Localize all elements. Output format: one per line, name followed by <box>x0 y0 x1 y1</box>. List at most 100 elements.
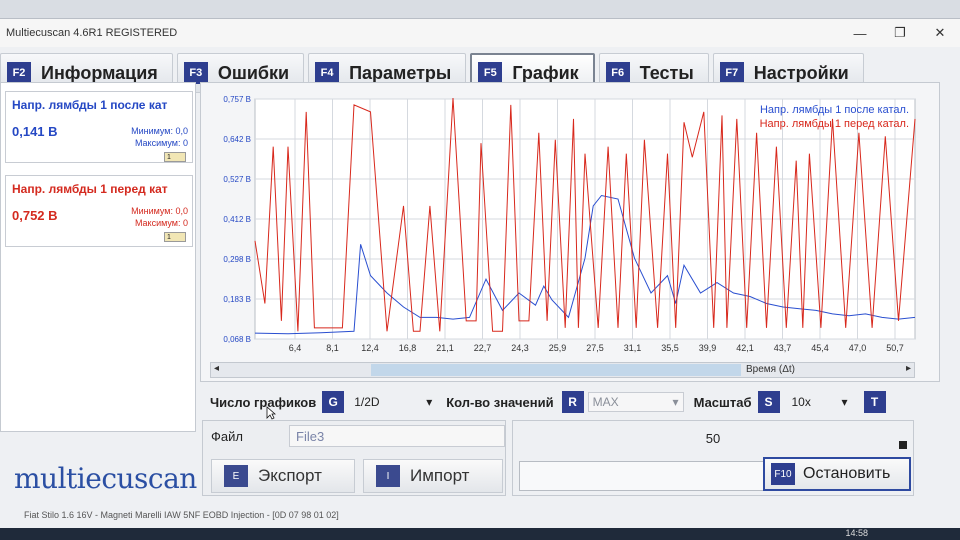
sensor-name: Напр. лямбды 1 перед кат <box>12 182 168 196</box>
fkey-badge: F7 <box>719 62 744 84</box>
record-indicator-icon <box>899 441 907 449</box>
y-tick-label: 0,527 В <box>223 175 251 184</box>
tab-label: Тесты <box>639 62 694 83</box>
values-count-value: MAX <box>592 395 619 409</box>
tab-label: График <box>512 62 579 83</box>
stop-key-icon: F10 <box>771 463 795 485</box>
lambda-chart: 0,757 В 0,642 В 0,527 В 0,412 В 0,298 В 0,183… <box>223 95 916 353</box>
values-count-select[interactable]: MAX ▾ <box>587 392 684 412</box>
sensor-list: Напр. лямбды 1 после кат 0,141 В Минимум… <box>0 82 196 432</box>
graphs-count-select[interactable]: 1/2D ▾ <box>350 392 436 412</box>
sensor-card-before-cat[interactable]: Напр. лямбды 1 перед кат 0,752 В Минимум… <box>5 175 193 247</box>
x-tick-label: 22,7 <box>474 343 492 353</box>
sensor-max: Максимум: 0 <box>134 218 188 228</box>
sensor-value: 0,752 В <box>12 208 58 223</box>
os-taskbar: 14:58 <box>0 528 960 540</box>
minimize-icon[interactable]: — <box>840 26 880 41</box>
file-panel: Файл File3 E Экспорт I Импорт <box>202 420 506 496</box>
export-icon: E <box>224 465 248 487</box>
y-tick-label: 0,068 В <box>223 335 251 344</box>
fkey-badge: F4 <box>315 62 340 84</box>
x-tick-label: 42,1 <box>736 343 754 353</box>
import-icon: I <box>376 465 400 487</box>
x-tick-label: 6,4 <box>289 343 302 353</box>
graph-controls: Число графиков G 1/2D ▾ Кол-во значений … <box>210 390 930 414</box>
y-tick-label: 0,298 В <box>223 255 251 264</box>
x-tick-label: 12,4 <box>361 343 379 353</box>
sensor-scale-box[interactable]: 1 <box>164 152 186 162</box>
tab-label: Параметры <box>349 62 452 83</box>
file-name-input[interactable]: File3 <box>289 425 505 447</box>
sensor-min: Минимум: 0,0 <box>131 126 188 136</box>
x-tick-label: 43,7 <box>774 343 792 353</box>
graphs-count-label: Число графиков <box>210 394 317 410</box>
sensor-scale-box[interactable]: 1 <box>164 232 186 242</box>
scale-key-button[interactable]: S <box>757 391 780 413</box>
y-tick-label: 0,642 В <box>223 135 251 144</box>
record-count: 50 <box>705 431 721 446</box>
y-tick-label: 0,183 В <box>223 295 251 304</box>
tab-label: Ошибки <box>217 62 290 83</box>
x-tick-label: 35,5 <box>661 343 679 353</box>
y-tick-label: 0,412 В <box>223 215 251 224</box>
scroll-right-icon[interactable]: ▸ <box>906 363 911 374</box>
graphs-key-button[interactable]: G <box>322 391 345 413</box>
time-scrollbar[interactable]: ◂ Время (Δt) ▸ <box>210 362 915 378</box>
x-tick-label: 8,1 <box>326 343 339 353</box>
scale-label: Масштаб <box>693 394 752 410</box>
x-tick-label: 25,9 <box>549 343 567 353</box>
title-bar: Multiecuscan 4.6R1 REGISTERED — ❐ ✕ <box>0 19 960 47</box>
stop-button[interactable]: F10 Остановить <box>763 457 911 491</box>
chevron-down-icon: ▾ <box>672 395 679 409</box>
scale-select[interactable]: 10x ▾ <box>788 392 852 412</box>
sensor-name: Напр. лямбды 1 после кат <box>12 98 168 112</box>
export-button[interactable]: E Экспорт <box>211 459 355 493</box>
close-icon[interactable]: ✕ <box>920 25 960 41</box>
export-label: Экспорт <box>258 466 322 485</box>
legend-series-after-cat: Напр. лямбды 1 после катал. <box>760 104 909 116</box>
chevron-down-icon: ▾ <box>426 395 433 409</box>
tab-label: Информация <box>41 62 158 83</box>
import-button[interactable]: I Импорт <box>363 459 503 493</box>
scroll-thumb[interactable] <box>371 364 741 376</box>
clock: 14:58 <box>845 528 868 538</box>
x-tick-label: 45,4 <box>811 343 829 353</box>
time-axis-label: Время (Δt) <box>746 364 795 375</box>
mouse-cursor-icon <box>266 406 276 420</box>
sensor-max: Максимум: 0 <box>134 138 188 148</box>
restore-icon[interactable]: ❐ <box>880 25 920 41</box>
sensor-min: Минимум: 0,0 <box>131 206 188 216</box>
record-panel: 50 F10 Остановить <box>512 420 914 496</box>
values-count-label: Кол-во значений <box>446 394 554 410</box>
tab-label: Настройки <box>753 62 849 83</box>
x-tick-label: 31,1 <box>624 343 642 353</box>
x-tick-label: 47,0 <box>849 343 867 353</box>
graph-panel: 0,757 В 0,642 В 0,527 В 0,412 В 0,298 В 0,183… <box>200 82 940 382</box>
fkey-badge: F2 <box>7 62 31 84</box>
x-tick-label: 50,7 <box>886 343 904 353</box>
x-tick-label: 24,3 <box>511 343 529 353</box>
stop-label: Остановить <box>803 465 891 482</box>
fkey-badge: F5 <box>478 62 503 84</box>
scale-value: 10x <box>791 395 811 409</box>
chevron-down-icon: ▾ <box>841 395 848 409</box>
scroll-left-icon[interactable]: ◂ <box>214 363 219 374</box>
legend-series-before-cat: Напр. лямбды 1 перед катал. <box>760 118 909 130</box>
brand-logo: multiecuscan <box>14 462 197 495</box>
status-bar-text: Fiat Stilo 1.6 16V - Magneti Marelli IAW… <box>24 510 339 520</box>
record-progress-bar <box>519 461 767 491</box>
extra-key-button[interactable]: T <box>863 391 886 413</box>
graphs-count-value: 1/2D <box>354 395 380 409</box>
x-tick-label: 16,8 <box>399 343 417 353</box>
y-tick-label: 0,757 В <box>223 95 251 104</box>
x-tick-label: 21,1 <box>436 343 454 353</box>
x-tick-label: 27,5 <box>586 343 604 353</box>
fkey-badge: F3 <box>183 62 208 84</box>
file-label: Файл <box>211 429 243 444</box>
sensor-card-after-cat[interactable]: Напр. лямбды 1 после кат 0,141 В Минимум… <box>5 91 193 163</box>
sensor-value: 0,141 В <box>12 124 58 139</box>
import-label: Импорт <box>410 466 470 485</box>
x-tick-label: 39,9 <box>699 343 717 353</box>
values-key-button[interactable]: R <box>561 391 584 413</box>
fkey-badge: F6 <box>605 62 630 84</box>
